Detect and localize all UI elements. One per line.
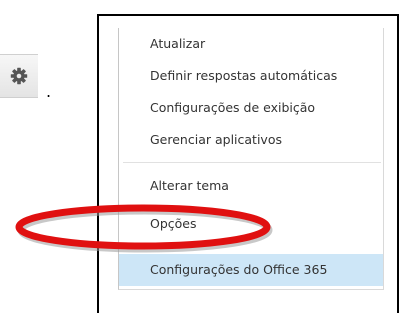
- menu-item-alterar-tema[interactable]: Alterar tema: [119, 170, 383, 202]
- settings-dropdown-menu: Atualizar Definir respostas automáticas …: [118, 28, 384, 290]
- menu-separator: [123, 162, 381, 163]
- trailing-period: .: [46, 82, 52, 101]
- menu-item-configuracoes-de-exibicao[interactable]: Configurações de exibição: [119, 92, 383, 124]
- menu-item-opcoes[interactable]: Opções: [119, 208, 383, 240]
- menu-item-configuracoes-office-365[interactable]: Configurações do Office 365: [119, 254, 383, 286]
- menu-item-gerenciar-aplicativos[interactable]: Gerenciar aplicativos: [119, 124, 383, 156]
- menu-item-definir-respostas-automaticas[interactable]: Definir respostas automáticas: [119, 60, 383, 92]
- menu-item-atualizar[interactable]: Atualizar: [119, 28, 383, 60]
- settings-gear-button[interactable]: [0, 54, 38, 98]
- gear-icon: [10, 67, 28, 85]
